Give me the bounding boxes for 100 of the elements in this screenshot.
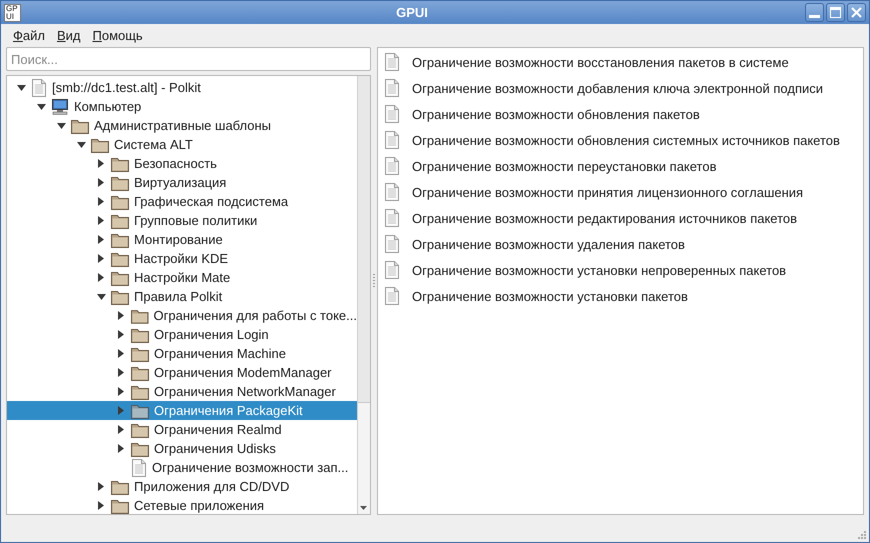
menu-item[interactable]: Файл [7,28,51,42]
tree-item[interactable]: Монтирование [7,230,357,249]
menu-item[interactable]: Помощь [86,28,149,42]
document-icon [384,261,400,279]
close-button[interactable] [847,3,866,22]
collapse-arrow-icon[interactable] [98,159,104,168]
tree-item[interactable]: Настройки Mate [7,268,357,287]
tree-item[interactable]: Компьютер [7,97,357,116]
scrollbar[interactable] [357,76,370,514]
minimize-button[interactable] [805,3,824,22]
folder-icon [111,232,129,248]
collapse-arrow-icon[interactable] [118,330,124,339]
tree-item[interactable]: [smb://dc1.test.alt] - Polkit [7,78,357,97]
tree-item[interactable]: Виртуализация [7,173,357,192]
policy-list-item[interactable]: Ограничение возможности восстановления пакетов в системе [378,49,863,75]
policy-list-item[interactable]: Ограничение возможности принятия лицензионного соглашения [378,179,863,205]
tree-item[interactable]: Правила Polkit [7,287,357,306]
document-icon [131,458,147,476]
folder-icon [131,346,149,362]
tree-item[interactable]: Ограничения для работы с токе... [7,306,357,325]
policy-list-item[interactable]: Ограничение возможности обновления пакетов [378,101,863,127]
document-icon [384,287,400,305]
app-logo: GP UI [4,4,21,22]
minimize-icon [809,15,820,18]
tree-item[interactable]: Групповые политики [7,211,357,230]
splitter-handle-icon[interactable] [373,274,375,288]
tree-item[interactable]: Ограничения PackageKit [7,401,357,420]
folder-icon [131,364,149,380]
collapse-arrow-icon[interactable] [118,425,124,434]
expand-arrow-icon[interactable] [16,84,26,90]
expand-arrow-icon[interactable] [96,294,106,300]
tree-item[interactable]: Система ALT [7,135,357,154]
collapse-arrow-icon[interactable] [98,254,104,263]
folder-icon [131,422,149,438]
tree-item[interactable]: Административные шаблоны [7,116,357,135]
resize-grip-icon[interactable] [858,531,866,539]
policy-list-item[interactable]: Ограничение возможности добавления ключа электронной подписи [378,75,863,101]
collapse-arrow-icon[interactable] [118,349,124,358]
tree-item[interactable]: Ограничения ModemManager [7,363,357,382]
policy-list-item[interactable]: Ограничение возможности установки непроверенных пакетов [378,257,863,283]
document-icon [384,79,400,97]
policy-list-item[interactable]: Ограничение возможности удаления пакетов [378,231,863,257]
window-title: GPUI [395,5,429,20]
policy-list-item[interactable]: Ограничение возможности редактирования источников пакетов [378,205,863,231]
computer-icon [51,98,69,114]
folder-icon [131,308,149,324]
expand-arrow-icon[interactable] [56,122,66,128]
tree-item[interactable]: Ограничения NetworkManager [7,382,357,401]
document-icon [384,183,400,201]
tree-item[interactable]: Сетевые приложения [7,496,357,514]
maximize-icon [830,7,841,18]
folder-icon [111,498,129,514]
collapse-arrow-icon[interactable] [98,197,104,206]
policy-list-item[interactable]: Ограничение возможности установки пакетов [378,283,863,309]
tree-item[interactable]: Графическая подсистема [7,192,357,211]
document-icon [384,131,400,149]
folder-icon [131,402,149,418]
folder-icon [111,212,129,228]
tree-item[interactable]: Приложения для CD/DVD [7,477,357,496]
collapse-arrow-icon[interactable] [98,273,104,282]
folder-icon [131,384,149,400]
document-icon [384,105,400,123]
folder-icon [111,156,129,172]
policy-list-item[interactable]: Ограничение возможности обновления системных источников пакетов [378,127,863,153]
collapse-arrow-icon[interactable] [118,311,124,320]
tree-item[interactable]: Ограничения Realmd [7,420,357,439]
document-icon [384,235,400,253]
search-field[interactable]: Поиск... [6,47,371,71]
folder-icon [131,440,149,456]
collapse-arrow-icon[interactable] [118,368,124,377]
tree-item[interactable]: Безопасность [7,154,357,173]
collapse-arrow-icon[interactable] [98,501,104,510]
tree-item[interactable]: Ограничения Machine [7,344,357,363]
document-icon [384,157,400,175]
policy-list-item[interactable]: Ограничение возможности переустановки пакетов [378,153,863,179]
folder-icon [111,174,129,190]
folder-icon [91,136,109,152]
tree-item[interactable]: Настройки KDE [7,249,357,268]
folder-icon [111,478,129,494]
tree-item[interactable]: Ограничение возможности зап... [7,458,357,477]
close-icon [851,7,862,18]
collapse-arrow-icon[interactable] [98,235,104,244]
folder-icon [111,270,129,286]
folder-icon [111,288,129,304]
folder-icon [111,250,129,266]
document-icon [31,78,47,96]
collapse-arrow-icon[interactable] [118,444,124,453]
tree-item[interactable]: Ограничения Udisks [7,439,357,458]
expand-arrow-icon[interactable] [76,142,86,148]
menu-item[interactable]: Вид [50,28,86,42]
collapse-arrow-icon[interactable] [98,178,104,187]
collapse-arrow-icon[interactable] [98,216,104,225]
maximize-button[interactable] [826,3,845,22]
folder-icon [111,194,129,210]
folder-icon [131,326,149,342]
expand-arrow-icon[interactable] [36,104,46,110]
collapse-arrow-icon[interactable] [118,387,124,396]
tree-item[interactable]: Ограничения Login [7,325,357,344]
document-icon [384,53,400,71]
collapse-arrow-icon[interactable] [98,482,104,491]
